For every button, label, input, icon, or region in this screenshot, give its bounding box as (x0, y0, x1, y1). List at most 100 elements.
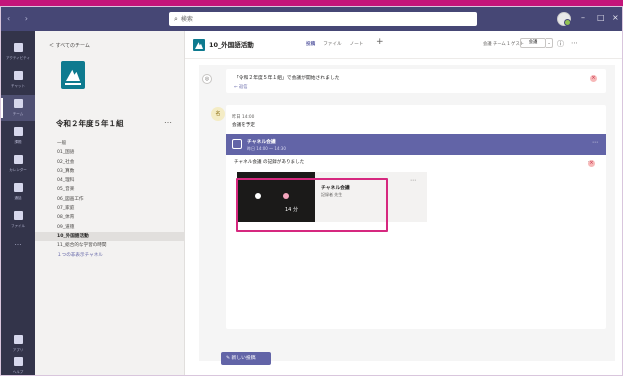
rail-activity[interactable]: アクティビティ (1, 39, 35, 65)
recording-notice: チャネル会議 の記録がありました – (234, 158, 591, 165)
rail-label: チーム (12, 112, 24, 116)
channel-item[interactable]: 10_外国語活動 (35, 231, 185, 242)
channel-list-panel: ＜ すべてのチーム 令和２年度５年１組 … 一般 01_国語 02_社会 03_算数 0… (35, 31, 185, 375)
channel-item[interactable]: 01_国語 (35, 148, 185, 157)
info-icon[interactable]: ⓘ (557, 39, 564, 49)
recording-notice-text: チャネル会議 の記録がありました (234, 160, 305, 165)
channel-item[interactable]: １つの非表示チャネル (35, 251, 185, 260)
channel-item[interactable]: 04_理科 (35, 176, 185, 185)
rail-calendar[interactable]: カレンダー (1, 151, 35, 177)
rail-chat[interactable]: チャット (1, 67, 35, 93)
tab-notes[interactable]: ノート (350, 42, 364, 47)
search-placeholder: 検索 (180, 16, 193, 23)
chat-icon (13, 71, 23, 80)
channel-item[interactable]: 06_図画工作 (35, 195, 185, 204)
rail-label: カレンダー (9, 168, 27, 172)
profile-avatar[interactable] (557, 12, 571, 26)
rail-label: アプリ (12, 348, 24, 352)
back-forward-arrows[interactable]: ‹ › (7, 14, 34, 23)
meeting-title: チャネル会議 (247, 140, 276, 145)
rail-label: ファイル (11, 224, 25, 228)
post-timestamp: 昨日 14:00 (232, 115, 255, 120)
channel-item[interactable]: 09_道徳 (35, 223, 185, 232)
app-rail: アクティビティ チャット チーム 課題 カレンダー 通話 ファイル … アプリ … (1, 31, 35, 375)
video-camera-icon (232, 139, 242, 149)
search-input[interactable]: ⌕ 検索 (169, 12, 477, 26)
recording-card[interactable]: 14 分 チャネル会議 記録者 先生 ⋯ (237, 172, 427, 222)
minimize-icon[interactable]: – (581, 13, 585, 22)
help-icon (13, 357, 23, 366)
meet-now-button[interactable]: 会議 (520, 38, 546, 48)
participant-dot-icon (255, 193, 261, 199)
recording-thumbnail[interactable]: 14 分 (237, 172, 315, 222)
team-name: 令和２年度５年１組 (56, 119, 124, 128)
team-logo (61, 61, 85, 89)
rail-label: 通話 (14, 196, 22, 200)
rail-files[interactable]: ファイル (1, 207, 35, 233)
team-more-options[interactable]: … (164, 116, 172, 125)
more-options-icon[interactable]: ⋯ (571, 39, 578, 47)
channel-icon (193, 39, 205, 51)
meeting-started-icon: ◎ (202, 74, 212, 84)
rail-assignments[interactable]: 課題 (1, 123, 35, 149)
system-message-card: 「令和２年度５年１組」で会議が開始されました ← 返信 × (226, 69, 606, 93)
meeting-card[interactable]: チャネル会議 昨日 14:00 ～ 14:30 ⋯ (226, 134, 606, 155)
meeting-time: 昨日 14:00 ～ 14:30 (247, 146, 286, 151)
new-conversation-button[interactable]: ✎ 新しい投稿 (221, 352, 271, 365)
bell-icon (13, 43, 23, 52)
backpack-icon (13, 127, 23, 136)
channel-item[interactable]: 一般 (35, 139, 185, 148)
phone-icon (13, 183, 23, 192)
more-icon: … (14, 239, 22, 247)
post-author-avatar[interactable]: 名 (211, 107, 225, 121)
file-icon (13, 211, 23, 220)
channel-item[interactable]: 02_社会 (35, 158, 185, 167)
close-icon[interactable]: × (588, 160, 595, 167)
maximize-icon[interactable]: □ (597, 13, 605, 22)
close-window-icon[interactable]: × (612, 13, 619, 22)
post-body: 会議を予定 (232, 123, 255, 128)
calendar-icon (13, 155, 23, 164)
channel-item[interactable]: 08_体育 (35, 213, 185, 222)
search-icon: ⌕ (174, 15, 178, 23)
rail-more[interactable]: … (1, 233, 35, 259)
new-conversation-label: 新しい投稿 (231, 356, 256, 361)
header-divider (185, 58, 622, 59)
post-card: 昨日 14:00 会議を予定 チャネル会議 昨日 14:00 ～ 14:30 ⋯… (226, 105, 606, 329)
all-teams-link[interactable]: ＜ すべてのチーム (49, 42, 90, 49)
recording-title: チャネル会議 (321, 186, 350, 191)
rail-label: アクティビティ (6, 56, 30, 60)
channel-list: 一般 01_国語 02_社会 03_算数 04_理科 05_音楽 06_図画工作 07_家庭 0… (35, 139, 185, 260)
channel-item[interactable]: 07_家庭 (35, 204, 185, 213)
recording-duration: 14 分 (285, 207, 298, 213)
title-bar: ‹ › ⌕ 検索 – □ × (1, 7, 622, 31)
close-icon[interactable]: × (590, 75, 597, 82)
reply-link[interactable]: ← 返信 (234, 84, 248, 90)
teams-icon (13, 99, 23, 108)
channel-item[interactable]: 11_総合的な学習の時間 (35, 241, 185, 250)
apps-icon (13, 335, 23, 344)
posts-area: ◎ 「令和２年度５年１組」で会議が開始されました ← 返信 × 名 昨日 14:… (199, 65, 615, 361)
meeting-more-icon[interactable]: ⋯ (592, 139, 598, 146)
tab-files[interactable]: ファイル (323, 42, 341, 47)
rail-label: チャット (11, 84, 25, 88)
participant-dot-icon (283, 193, 289, 199)
tab-posts[interactable]: 投稿 (306, 42, 315, 47)
header-team-info: 会議 チーム 1 ゲスト (483, 42, 525, 47)
channel-tabs: 投稿 ファイル ノート (306, 41, 371, 47)
rail-calls[interactable]: 通話 (1, 179, 35, 205)
add-tab-button[interactable]: + (376, 37, 384, 47)
recording-subtitle: 記録者 先生 (321, 192, 343, 197)
channel-title: 10_外国語活動 (209, 41, 254, 49)
channel-item[interactable]: 05_音楽 (35, 185, 185, 194)
main-pane: 10_外国語活動 投稿 ファイル ノート + 会議 チーム 1 ゲスト 会議 ⌄ ⓘ… (185, 31, 622, 375)
channel-item[interactable]: 03_算数 (35, 167, 185, 176)
teams-window: ‹ › ⌕ 検索 – □ × アクティビティ チャット チーム 課題 カレンダー … (0, 6, 623, 376)
meet-dropdown-button[interactable]: ⌄ (546, 38, 553, 48)
rail-teams[interactable]: チーム (1, 95, 35, 121)
rail-label: 課題 (14, 140, 22, 144)
rail-label: ヘルプ (12, 370, 24, 374)
recording-more-icon[interactable]: ⋯ (410, 177, 416, 184)
rail-help[interactable]: ヘルプ (1, 353, 35, 375)
system-message-text: 「令和２年度５年１組」で会議が開始されました (234, 76, 340, 81)
